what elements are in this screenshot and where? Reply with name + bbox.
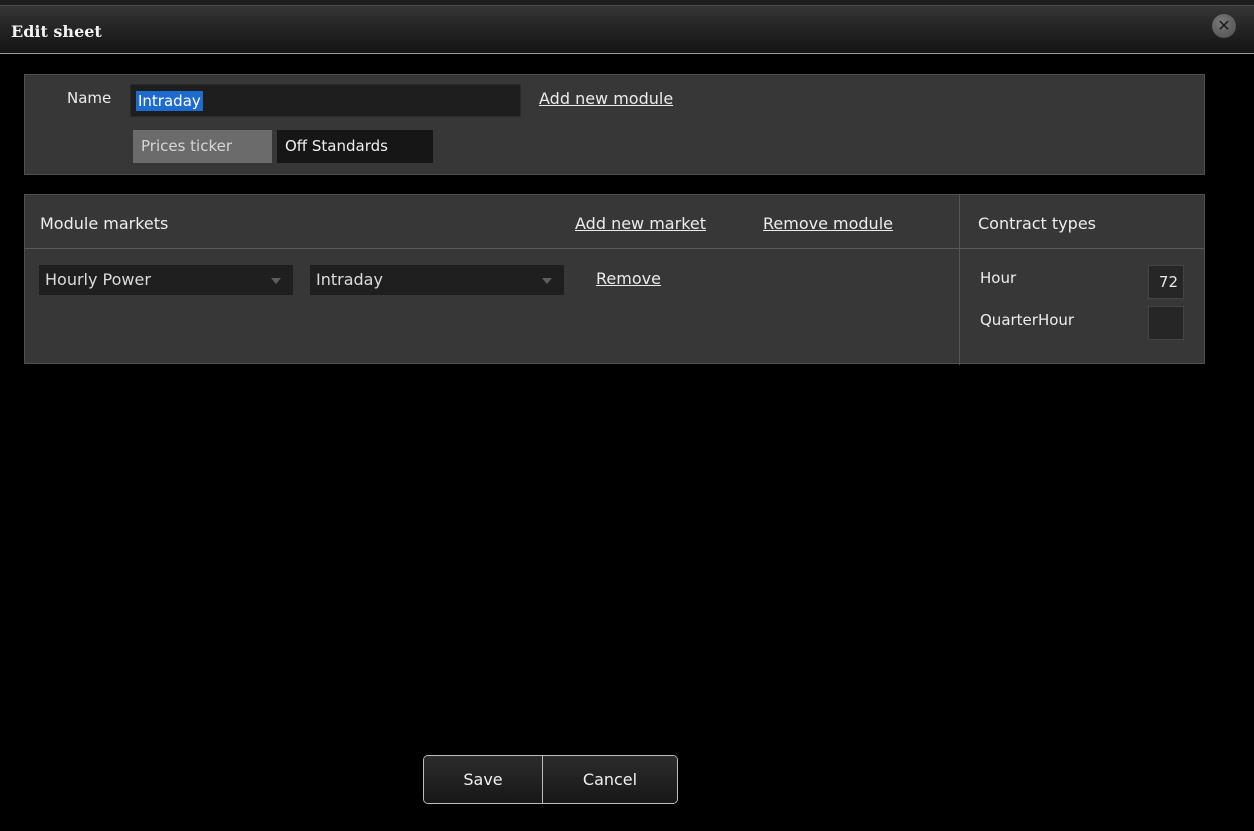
name-label: Name	[67, 89, 112, 107]
module-header: Module markets Add new market Remove mod…	[25, 195, 959, 249]
add-new-market-link[interactable]: Add new market	[575, 214, 706, 233]
chevron-down-icon	[271, 278, 281, 284]
tab-prices-ticker[interactable]: Prices ticker	[133, 130, 272, 163]
dialog-titlebar: Edit sheet ✕	[0, 0, 1254, 54]
save-button[interactable]: Save	[424, 756, 543, 803]
contract-types-title: Contract types	[978, 214, 1096, 233]
contract-type-quarterhour-count[interactable]	[1148, 306, 1184, 340]
remove-module-link[interactable]: Remove module	[763, 214, 893, 233]
name-input[interactable]: Intraday	[130, 84, 521, 117]
contract-types-header: Contract types	[960, 195, 1204, 249]
market-select[interactable]: Hourly Power	[39, 265, 293, 295]
market-type-select[interactable]: Intraday	[310, 265, 564, 295]
contract-type-quarterhour-label: QuarterHour	[980, 311, 1075, 329]
module-panel: Module markets Add new market Remove mod…	[24, 194, 1205, 365]
close-icon[interactable]: ✕	[1212, 14, 1236, 38]
contract-type-hour-label: Hour	[980, 269, 1017, 287]
dialog-buttons: Save Cancel	[423, 755, 678, 804]
chevron-down-icon	[542, 278, 552, 284]
top-border	[0, 0, 1254, 6]
module-markets-title: Module markets	[40, 214, 169, 233]
market-select-value: Hourly Power	[45, 270, 151, 289]
sheet-settings-panel: Name Intraday Add new module Prices tick…	[24, 74, 1205, 175]
remove-market-link[interactable]: Remove	[596, 269, 661, 288]
name-input-value: Intraday	[136, 91, 203, 111]
contract-type-hour-count[interactable]: 72	[1148, 265, 1184, 299]
market-type-select-value: Intraday	[316, 270, 383, 289]
add-new-module-link[interactable]: Add new module	[539, 89, 673, 108]
tab-off-standards[interactable]: Off Standards	[277, 130, 433, 163]
cancel-button[interactable]: Cancel	[543, 756, 677, 803]
dialog-title: Edit sheet	[11, 22, 102, 41]
